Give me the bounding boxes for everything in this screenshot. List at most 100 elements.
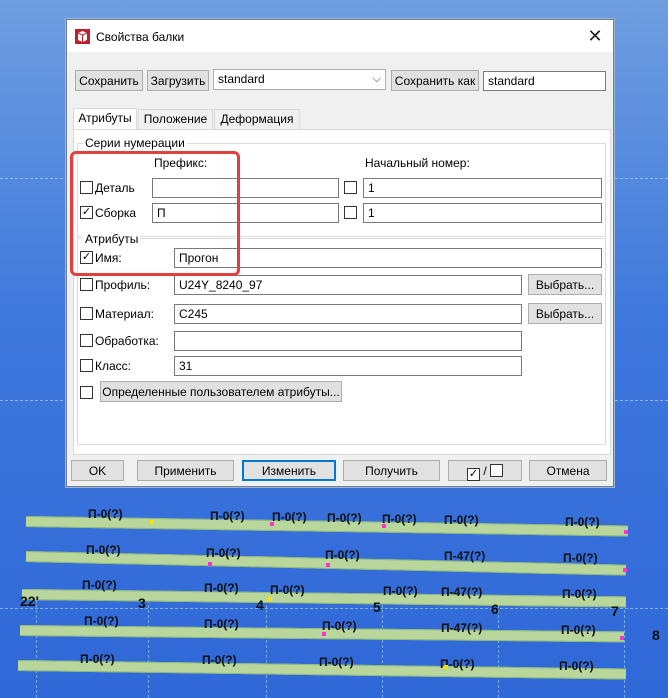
cancel-button[interactable]: Отмена xyxy=(529,460,607,481)
preset-select-value: standard xyxy=(218,72,265,86)
tab-position[interactable]: Положение xyxy=(138,109,213,129)
get-button[interactable]: Получить xyxy=(343,460,440,481)
grid-axis-label: 7 xyxy=(611,603,619,619)
beam-mark-label: П-0(?) xyxy=(270,583,305,597)
chevron-down-icon: ⌵ xyxy=(372,73,381,85)
save-as-button[interactable]: Сохранить как xyxy=(391,70,479,91)
toggle-all-button[interactable]: ✓ / xyxy=(448,460,522,481)
beam-mark-label: П-0(?) xyxy=(80,652,115,666)
empty-box-icon xyxy=(490,464,504,477)
beam-mark-label: П-0(?) xyxy=(444,513,479,527)
grid-axis-label: 6 xyxy=(491,601,499,617)
app-icon xyxy=(75,29,90,44)
grid-line xyxy=(0,608,668,609)
beam-mark-label: П-0(?) xyxy=(204,581,239,595)
beam-mark-label: П-0(?) xyxy=(325,548,360,562)
beam-mark-label: П-0(?) xyxy=(204,617,239,631)
beam-mark-label: П-47(?) xyxy=(441,621,483,635)
part-start-checkbox[interactable] xyxy=(344,181,357,194)
grid-line xyxy=(382,600,383,698)
grid-line xyxy=(266,600,267,698)
material-field[interactable]: C245 xyxy=(174,304,522,324)
profile-select-button[interactable]: Выбрать... xyxy=(528,274,602,295)
point-marker xyxy=(624,530,628,534)
beam-mark-label: П-0(?) xyxy=(322,619,357,633)
beam-properties-dialog: Свойства балки ✕ Сохранить Загрузить sta… xyxy=(66,19,614,487)
beam-mark-label: П-0(?) xyxy=(382,512,417,526)
beam-mark-label: П-0(?) xyxy=(206,546,241,560)
modify-button[interactable]: Изменить xyxy=(242,460,336,481)
class-checkbox[interactable] xyxy=(80,359,93,372)
class-field[interactable]: 31 xyxy=(174,356,522,376)
beam-mark-label: П-0(?) xyxy=(210,509,245,523)
attributes-panel: Серии нумерации Префикс: Начальный номер… xyxy=(70,129,611,455)
beam-mark-label: П-0(?) xyxy=(86,543,121,557)
beam-mark-label: П-0(?) xyxy=(563,551,598,565)
grid-axis-label: 22' xyxy=(20,593,39,609)
point-marker xyxy=(322,632,326,636)
toggle-separator: / xyxy=(483,464,487,478)
title-bar[interactable]: Свойства балки ✕ xyxy=(67,20,613,52)
part-start-number-field[interactable]: 1 xyxy=(363,178,602,198)
point-marker xyxy=(150,520,154,524)
grid-axis-label: 8 xyxy=(652,627,660,643)
point-marker xyxy=(208,562,212,566)
beam-mark-label: П-0(?) xyxy=(84,614,119,628)
point-marker xyxy=(382,524,386,528)
user-defined-attributes-button[interactable]: Определенные пользователем атрибуты... xyxy=(100,381,342,402)
beam-mark-label: П-0(?) xyxy=(559,659,594,673)
numbering-group-title: Серии нумерации xyxy=(83,136,187,150)
check-icon: ✓ xyxy=(468,468,479,480)
grid-line xyxy=(624,600,625,698)
close-icon: ✕ xyxy=(587,26,603,46)
load-button[interactable]: Загрузить xyxy=(147,70,209,91)
beam-mark-label: П-0(?) xyxy=(383,584,418,598)
beam-mark-label: П-0(?) xyxy=(561,623,596,637)
preset-select[interactable]: standard ⌵ xyxy=(213,69,386,90)
dialog-title: Свойства балки xyxy=(96,30,185,44)
save-as-name-field[interactable]: standard xyxy=(483,71,606,91)
beam-mark-label: П-0(?) xyxy=(327,511,362,525)
finish-label: Обработка: xyxy=(95,334,159,348)
beam-mark-label: П-47(?) xyxy=(444,549,486,563)
point-marker xyxy=(623,568,627,572)
class-label: Класс: xyxy=(95,359,131,373)
beam-mark-label: П-0(?) xyxy=(272,510,307,524)
finish-checkbox[interactable] xyxy=(80,334,93,347)
assembly-start-checkbox[interactable] xyxy=(344,206,357,219)
close-button[interactable]: ✕ xyxy=(585,26,605,46)
point-marker xyxy=(620,636,624,640)
assembly-start-number-field[interactable]: 1 xyxy=(363,203,602,223)
apply-button[interactable]: Применить xyxy=(137,460,234,481)
material-checkbox[interactable] xyxy=(80,307,93,320)
udf-checkbox[interactable] xyxy=(80,386,93,399)
beam-mark-label: П-0(?) xyxy=(565,515,600,529)
profile-label: Профиль: xyxy=(95,278,151,292)
grid-line xyxy=(148,600,149,698)
save-button[interactable]: Сохранить xyxy=(75,70,143,91)
material-select-button[interactable]: Выбрать... xyxy=(528,303,602,324)
ok-button[interactable]: OK xyxy=(71,460,124,481)
point-marker xyxy=(270,522,274,526)
beam-mark-label: П-0(?) xyxy=(88,507,123,521)
tab-attributes[interactable]: Атрибуты xyxy=(73,108,137,130)
beam-mark-label: П-47(?) xyxy=(441,585,483,599)
grid-axis-label: 4 xyxy=(256,597,264,613)
beam-mark-label: П-0(?) xyxy=(82,578,117,592)
point-marker xyxy=(444,665,448,669)
profile-checkbox[interactable] xyxy=(80,278,93,291)
tab-deformation[interactable]: Деформация xyxy=(214,109,300,129)
grid-line xyxy=(36,600,37,698)
finish-field[interactable] xyxy=(174,331,522,351)
point-marker xyxy=(326,563,330,567)
checked-box-icon: ✓ xyxy=(466,468,480,481)
beam-mark-label: П-0(?) xyxy=(562,587,597,601)
grid-axis-label: 5 xyxy=(373,599,381,615)
start-number-header: Начальный номер: xyxy=(365,156,470,170)
beam-mark-label: П-0(?) xyxy=(202,653,237,667)
grid-axis-label: 3 xyxy=(138,595,146,611)
beam-mark-label: П-0(?) xyxy=(319,655,354,669)
profile-field[interactable]: U24Y_8240_97 xyxy=(174,275,522,295)
highlight-annotation xyxy=(70,151,240,276)
material-label: Материал: xyxy=(95,307,154,321)
